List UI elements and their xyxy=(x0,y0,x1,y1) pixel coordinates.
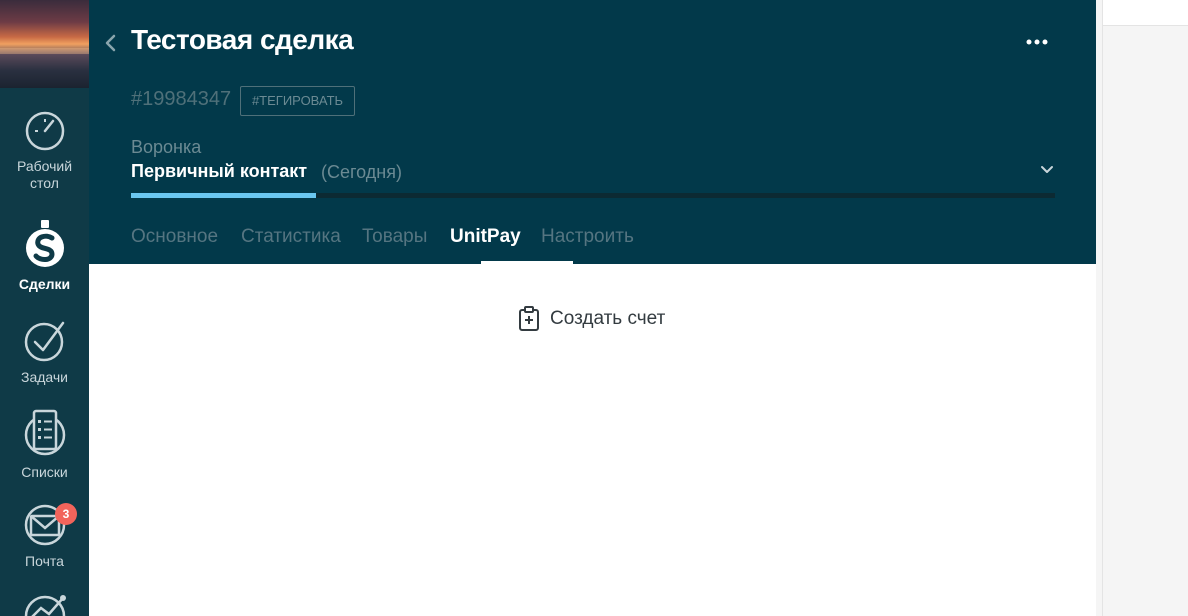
stage-date: (Сегодня) xyxy=(321,162,402,182)
funnel-label: Воронка xyxy=(131,137,202,157)
nav-label-mail: Почта xyxy=(25,553,64,569)
nav-item-lists[interactable]: Списки xyxy=(0,408,89,481)
lists-icon xyxy=(24,409,65,456)
tab-statistics[interactable]: Статистика xyxy=(241,226,341,248)
clipboard-plus-icon xyxy=(519,306,539,331)
deal-id: #19984347 xyxy=(131,88,232,110)
active-tab-underline xyxy=(481,261,573,264)
tab-unitpay[interactable]: UnitPay xyxy=(450,226,521,248)
deal-card: Тестовая сделка #19984347 #ТЕГИРОВАТЬ Во… xyxy=(89,0,1096,616)
more-options-icon[interactable] xyxy=(1025,32,1049,52)
tab-settings[interactable]: Настроить xyxy=(541,226,634,248)
nav-item-mail[interactable]: 3 Почта xyxy=(0,503,89,570)
nav-label-tasks: Задачи xyxy=(20,369,68,385)
tab-main[interactable]: Основное xyxy=(131,226,218,248)
nav-label-dashboard-2: стол xyxy=(30,175,59,191)
create-invoice-button[interactable]: Создать счет xyxy=(518,305,665,333)
chevron-down-icon[interactable] xyxy=(1039,162,1055,178)
right-header-strip xyxy=(1103,0,1188,26)
right-panel xyxy=(1096,0,1188,616)
tasks-icon xyxy=(24,321,64,362)
nav-label-dashboard-1: Рабочий xyxy=(16,158,73,174)
analytics-icon[interactable] xyxy=(23,594,67,616)
deal-title[interactable]: Тестовая сделка xyxy=(131,24,354,56)
nav-label-deals: Сделки xyxy=(18,276,71,292)
nav-item-deals[interactable]: Сделки xyxy=(0,220,89,293)
back-chevron-icon[interactable] xyxy=(103,32,119,54)
tag-button[interactable]: #ТЕГИРОВАТЬ xyxy=(240,86,355,116)
left-nav: Рабочий стол Сделки Задачи Списки 3 Почт… xyxy=(0,0,89,616)
stage-progress-bar xyxy=(131,193,1055,198)
pipeline-stage[interactable]: Первичный контакт xyxy=(131,161,307,182)
right-divider xyxy=(1102,0,1103,616)
nav-label-lists: Списки xyxy=(21,464,68,480)
account-avatar[interactable] xyxy=(0,0,89,88)
tab-products[interactable]: Товары xyxy=(362,226,427,248)
nav-item-tasks[interactable]: Задачи xyxy=(0,319,89,386)
dashboard-icon xyxy=(25,111,64,151)
deals-icon xyxy=(25,220,64,267)
create-invoice-label: Создать счет xyxy=(550,308,666,329)
stage-progress-fill xyxy=(131,193,316,198)
nav-item-dashboard[interactable]: Рабочий стол xyxy=(0,110,89,192)
deal-header: Тестовая сделка #19984347 #ТЕГИРОВАТЬ Во… xyxy=(89,0,1096,264)
mail-unread-badge: 3 xyxy=(55,503,77,525)
